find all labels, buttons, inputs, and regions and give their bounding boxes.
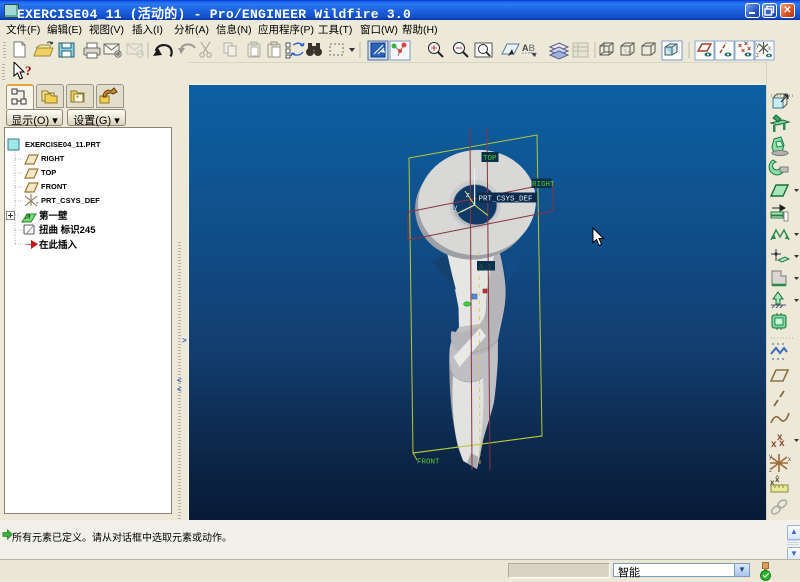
svg-text:A_1: A_1: [479, 264, 492, 272]
svg-text:*: *: [76, 94, 79, 103]
svg-text:TOP: TOP: [483, 155, 497, 163]
svg-text:x: x: [779, 438, 785, 449]
svg-text:x̂: x̂: [775, 475, 780, 484]
svg-text:x: x: [771, 439, 777, 450]
svg-text:x: x: [788, 457, 791, 463]
svg-text:y: y: [756, 43, 759, 49]
svg-text:AB: AB: [522, 43, 536, 53]
svg-text:z: z: [466, 192, 471, 200]
svg-text:RIGHT: RIGHT: [532, 181, 555, 189]
svg-text:z: z: [769, 468, 772, 474]
svg-text:×: ×: [741, 48, 745, 55]
svg-text:×: ×: [747, 46, 751, 53]
svg-text:z: z: [756, 53, 759, 59]
svg-text:PRT_CSYS_DEF: PRT_CSYS_DEF: [479, 196, 533, 204]
svg-text:FRONT: FRONT: [417, 459, 440, 467]
svg-text:x: x: [768, 46, 771, 52]
svg-text:y: y: [453, 205, 458, 213]
svg-text:?: ?: [25, 63, 32, 78]
svg-text:y: y: [769, 454, 772, 460]
